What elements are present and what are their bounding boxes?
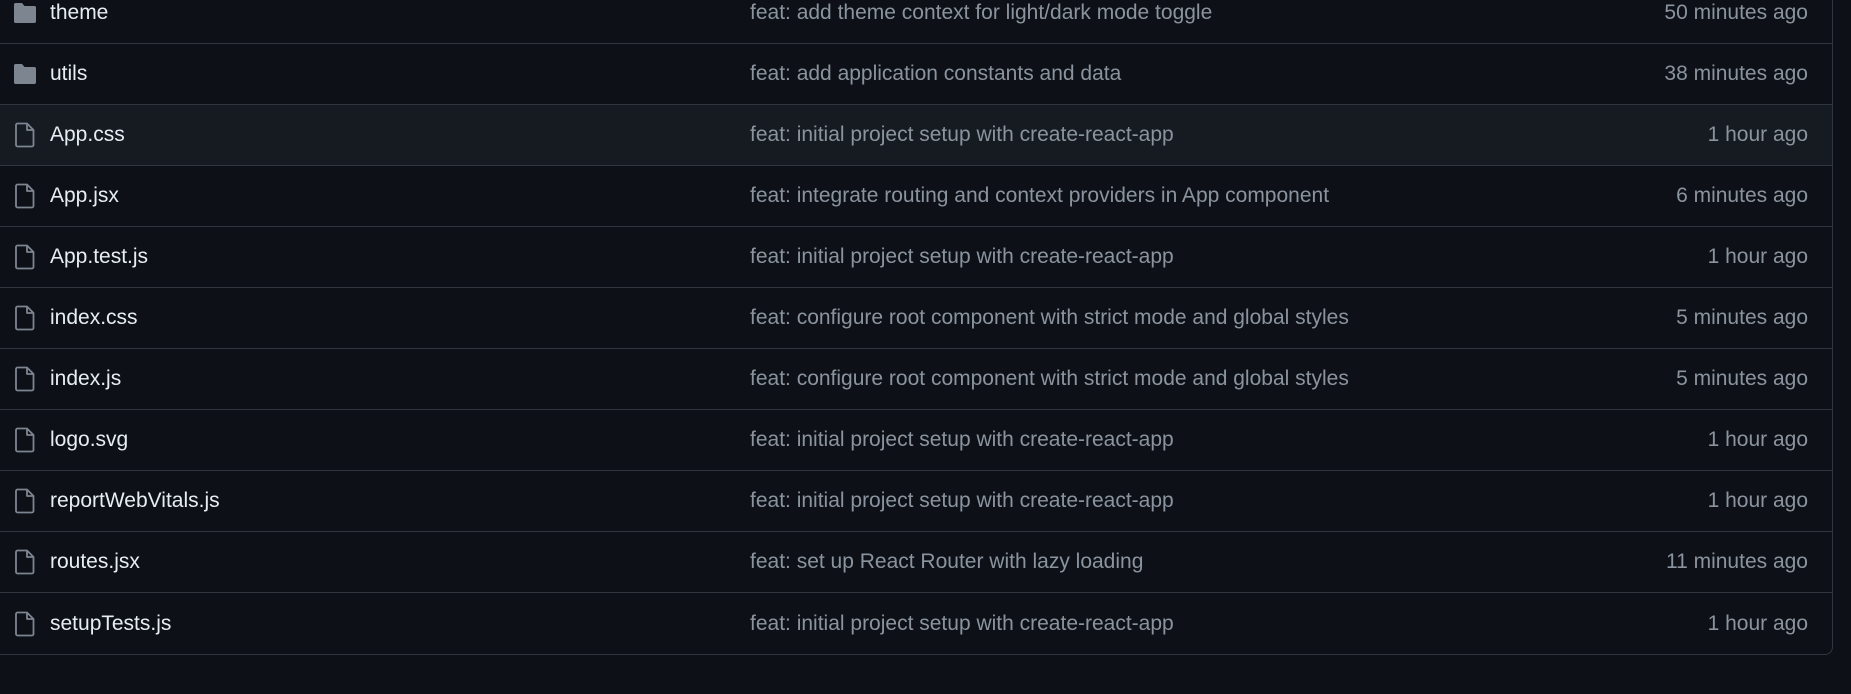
commit-time: 1 hour ago bbox=[1707, 428, 1808, 451]
commit-message-link[interactable]: feat: initial project setup with create-… bbox=[750, 489, 1548, 513]
file-row-setuptests-js[interactable]: setupTests.js feat: initial project setup… bbox=[0, 593, 1832, 654]
commit-message-link[interactable]: feat: configure root component with stri… bbox=[750, 367, 1548, 391]
commit-message-link[interactable]: feat: add theme context for light/dark m… bbox=[750, 1, 1548, 25]
file-icon bbox=[0, 183, 50, 209]
file-name-link[interactable]: utils bbox=[50, 62, 750, 86]
commit-message-link[interactable]: feat: integrate routing and context prov… bbox=[750, 184, 1548, 208]
file-icon bbox=[0, 244, 50, 270]
commit-message-link[interactable]: feat: add application constants and data bbox=[750, 62, 1548, 86]
file-name-link[interactable]: App.jsx bbox=[50, 184, 750, 208]
file-icon bbox=[0, 549, 50, 575]
commit-time: 1 hour ago bbox=[1707, 611, 1808, 635]
file-name-link[interactable]: App.test.js bbox=[50, 245, 750, 269]
commit-time: 1 hour ago bbox=[1707, 245, 1808, 268]
file-name-link[interactable]: reportWebVitals.js bbox=[50, 489, 750, 513]
commit-time: 6 minutes ago bbox=[1676, 184, 1808, 207]
file-name-link[interactable]: App.css bbox=[50, 123, 750, 147]
file-name-link[interactable]: theme bbox=[50, 1, 750, 25]
commit-time: 11 minutes ago bbox=[1665, 550, 1808, 573]
file-icon bbox=[0, 366, 50, 392]
folder-icon bbox=[0, 2, 50, 24]
file-row-app-css[interactable]: App.css feat: initial project setup with … bbox=[0, 105, 1832, 166]
commit-time: 38 minutes ago bbox=[1664, 62, 1808, 85]
file-name-link[interactable]: index.js bbox=[50, 367, 750, 391]
file-row-routes-jsx[interactable]: routes.jsx feat: set up React Router with… bbox=[0, 532, 1832, 593]
file-row-theme[interactable]: theme feat: add theme context for light/d… bbox=[0, 0, 1832, 44]
commit-time: 1 hour ago bbox=[1707, 489, 1808, 512]
commit-message-link[interactable]: feat: set up React Router with lazy load… bbox=[750, 550, 1548, 574]
file-icon bbox=[0, 427, 50, 453]
file-name-link[interactable]: routes.jsx bbox=[50, 550, 750, 574]
file-list-table: theme feat: add theme context for light/d… bbox=[0, 0, 1833, 655]
commit-message-link[interactable]: feat: initial project setup with create-… bbox=[750, 245, 1548, 269]
file-row-reportwebvitals-js[interactable]: reportWebVitals.js feat: initial project … bbox=[0, 471, 1832, 532]
file-row-utils[interactable]: utils feat: add application constants and… bbox=[0, 44, 1832, 105]
commit-message-link[interactable]: feat: initial project setup with create-… bbox=[750, 428, 1548, 452]
file-icon bbox=[0, 305, 50, 331]
file-name-link[interactable]: setupTests.js bbox=[50, 612, 750, 636]
commit-time: 5 minutes ago bbox=[1676, 367, 1808, 390]
commit-message-link[interactable]: feat: initial project setup with create-… bbox=[750, 123, 1548, 147]
file-icon bbox=[0, 611, 50, 637]
file-row-logo-svg[interactable]: logo.svg feat: initial project setup with… bbox=[0, 410, 1832, 471]
file-row-app-test-js[interactable]: App.test.js feat: initial project setup w… bbox=[0, 227, 1832, 288]
commit-time: 50 minutes ago bbox=[1664, 1, 1808, 24]
commit-time: 5 minutes ago bbox=[1676, 306, 1808, 329]
commit-message-link[interactable]: feat: initial project setup with create-… bbox=[750, 612, 1548, 636]
file-name-link[interactable]: logo.svg bbox=[50, 428, 750, 452]
commit-message-link[interactable]: feat: configure root component with stri… bbox=[750, 306, 1548, 330]
folder-icon bbox=[0, 63, 50, 85]
file-name-link[interactable]: index.css bbox=[50, 306, 750, 330]
commit-time: 1 hour ago bbox=[1707, 123, 1808, 146]
file-row-index-css[interactable]: index.css feat: configure root component … bbox=[0, 288, 1832, 349]
file-row-index-js[interactable]: index.js feat: configure root component w… bbox=[0, 349, 1832, 410]
file-row-app-jsx[interactable]: App.jsx feat: integrate routing and conte… bbox=[0, 166, 1832, 227]
file-icon bbox=[0, 488, 50, 514]
file-icon bbox=[0, 122, 50, 148]
